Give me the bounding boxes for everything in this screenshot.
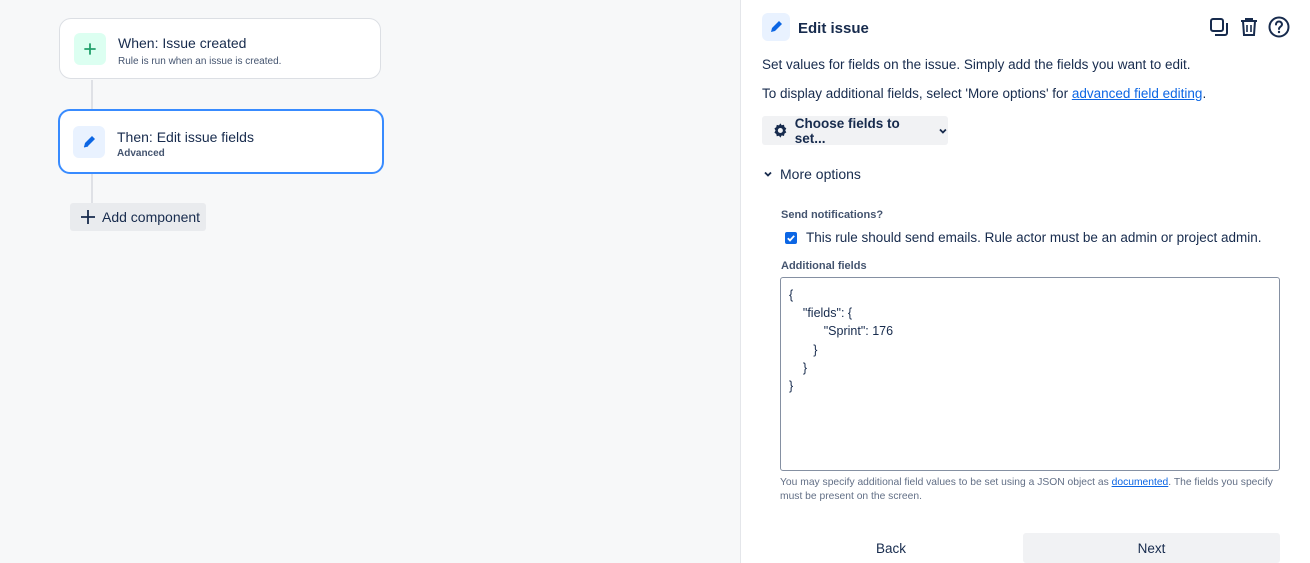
- send-notifications-text: This rule should send emails. Rule actor…: [806, 230, 1262, 245]
- help-prefix: You may specify additional field values …: [780, 477, 1112, 488]
- advanced-field-editing-link[interactable]: advanced field editing: [1072, 86, 1203, 101]
- additional-fields-input[interactable]: { "fields": { "Sprint": 176 } } }: [780, 277, 1280, 471]
- pencil-icon: [771, 21, 782, 32]
- choose-fields-label: Choose fields to set...: [794, 115, 900, 146]
- send-notifications-label: Send notifications?: [781, 209, 884, 221]
- plus-icon: [81, 210, 95, 224]
- more-options-label: More options: [780, 166, 861, 182]
- panel-actions: [1208, 15, 1290, 39]
- gear-icon: [774, 123, 787, 138]
- additional-fields-help: You may specify additional field values …: [780, 476, 1280, 504]
- action-subtitle: Advanced: [117, 148, 165, 159]
- copy-icon[interactable]: [1208, 15, 1230, 39]
- advanced-hint-prefix: To display additional fields, select 'Mo…: [762, 86, 1072, 101]
- action-title: Then: Edit issue fields: [117, 129, 254, 145]
- advanced-hint-suffix: .: [1202, 86, 1207, 101]
- rule-canvas: When: Issue created Rule is run when an …: [0, 0, 740, 563]
- additional-fields-label: Additional fields: [781, 260, 867, 272]
- advanced-hint: To display additional fields, select 'Mo…: [762, 86, 1206, 101]
- add-component-button[interactable]: Add component: [70, 203, 206, 231]
- chevron-down-icon: [939, 128, 947, 134]
- edit-issue-panel: Edit issue Set values for fields on the …: [740, 0, 1310, 563]
- trash-icon[interactable]: [1238, 15, 1260, 39]
- connector-line: [91, 80, 93, 110]
- checkmark-icon: [787, 234, 795, 242]
- trigger-card[interactable]: When: Issue created Rule is run when an …: [59, 18, 381, 79]
- action-icon-box: [73, 126, 105, 158]
- connector-line: [91, 174, 93, 204]
- send-notifications-row: This rule should send emails. Rule actor…: [785, 230, 1261, 245]
- panel-title: Edit issue: [798, 20, 869, 37]
- add-component-label: Add component: [102, 209, 201, 225]
- documented-link[interactable]: documented: [1112, 477, 1169, 488]
- trigger-title: When: Issue created: [118, 35, 247, 51]
- trigger-icon-box: [74, 33, 106, 65]
- pencil-icon: [83, 136, 95, 148]
- panel-icon-box: [762, 13, 790, 41]
- back-button[interactable]: Back: [764, 533, 1018, 563]
- panel-description: Set values for fields on the issue. Simp…: [762, 57, 1191, 72]
- trigger-subtitle: Rule is run when an issue is created.: [118, 56, 282, 67]
- plus-icon: [84, 43, 96, 55]
- send-notifications-checkbox[interactable]: [785, 231, 797, 244]
- choose-fields-button[interactable]: Choose fields to set...: [762, 115, 948, 146]
- next-button[interactable]: Next: [1023, 533, 1280, 563]
- chevron-down-icon: [764, 171, 772, 177]
- more-options-toggle[interactable]: More options: [763, 166, 861, 182]
- help-icon[interactable]: [1268, 15, 1290, 39]
- action-card[interactable]: Then: Edit issue fields Advanced: [58, 109, 384, 174]
